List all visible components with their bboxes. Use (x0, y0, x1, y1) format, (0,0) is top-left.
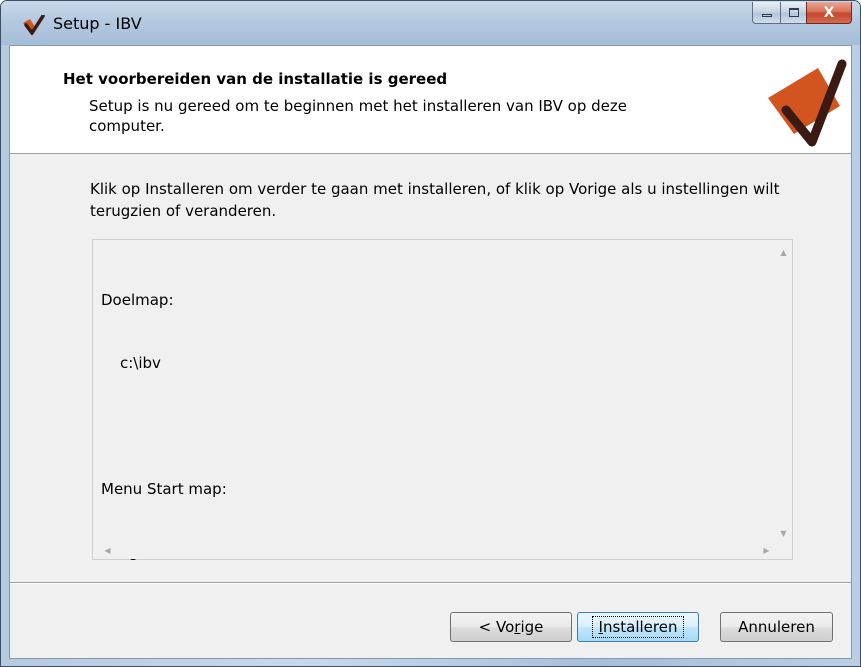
install-label-suffix: nstalleren (602, 618, 678, 636)
install-button[interactable]: Installeren (577, 612, 699, 642)
button-separator (10, 582, 851, 584)
page-subtitle: Setup is nu gereed om te beginnen met he… (89, 97, 627, 135)
scroll-right-arrow-icon[interactable]: ▶ (758, 542, 775, 559)
caption-buttons: X (752, 2, 852, 24)
window-title: Setup - IBV (53, 14, 142, 33)
wizard-client-area: Het voorbereiden van de installatie is g… (9, 45, 852, 659)
scroll-left-arrow-icon[interactable]: ◀ (99, 542, 116, 559)
wizard-logo-icon (768, 59, 847, 147)
setup-window: Setup - IBV X Het voorbereiden van de in… (0, 0, 861, 667)
cancel-button[interactable]: Annuleren (720, 612, 833, 642)
horizontal-scrollbar[interactable]: ◀ ▶ (93, 542, 775, 559)
cancel-button-label: Annuleren (738, 618, 815, 636)
instruction-text: Klik op Installeren om verder te gaan me… (90, 180, 780, 220)
title-bar[interactable]: Setup - IBV X (1, 1, 860, 45)
close-button[interactable]: X (806, 2, 852, 24)
scroll-down-arrow-icon[interactable]: ▼ (775, 525, 792, 542)
close-icon: X (823, 4, 835, 21)
memo-spacer (101, 416, 227, 437)
maximize-button[interactable] (780, 2, 806, 24)
wizard-header: Het voorbereiden van de installatie is g… (10, 46, 851, 154)
back-button-label: < Vorige (479, 618, 544, 636)
dest-dir-value: c:\ibv (120, 354, 161, 372)
minimize-icon (761, 14, 772, 17)
back-label-suffix: ige (520, 618, 544, 636)
ready-memo-box[interactable]: Doelmap: c:\ibv Menu Start map: vg24 ▲ ▼… (92, 239, 793, 561)
dest-dir-label: Doelmap: (101, 291, 174, 309)
start-menu-label: Menu Start map: (101, 480, 227, 498)
scroll-up-arrow-icon[interactable]: ▲ (775, 244, 792, 261)
app-checkmark-icon (23, 15, 45, 35)
maximize-icon (788, 8, 799, 17)
vertical-scrollbar[interactable]: ▲ ▼ (775, 240, 792, 542)
page-title: Het voorbereiden van de installatie is g… (63, 70, 448, 88)
back-label-prefix: < Vo (478, 618, 515, 636)
minimize-button[interactable] (752, 2, 780, 24)
install-button-label: Installeren (591, 616, 685, 638)
back-button[interactable]: < Vorige (450, 612, 572, 642)
